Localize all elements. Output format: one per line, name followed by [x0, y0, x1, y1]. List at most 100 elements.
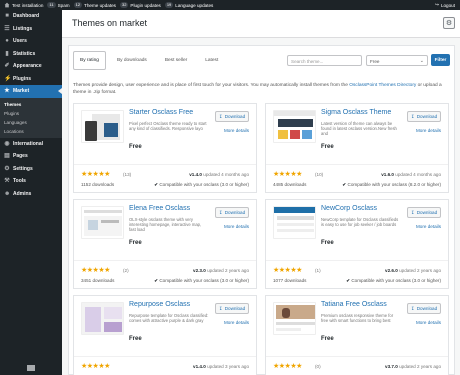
theme-name[interactable]: Starter Osclass Free	[129, 109, 193, 116]
more-details-link[interactable]: More details	[224, 224, 249, 229]
compat-prefix: Compatible with your osclass	[159, 182, 219, 187]
version: v1.4.0	[189, 172, 202, 177]
download-button[interactable]: ↧ Download	[407, 207, 441, 218]
theme-thumbnail[interactable]	[273, 302, 316, 335]
submenu-item-themes[interactable]: Themes	[0, 100, 62, 109]
sidebar-label: Plugins	[13, 75, 32, 82]
star-rating: ★★★★★	[273, 267, 302, 274]
more-details-link[interactable]: More details	[416, 224, 441, 229]
themes-directory-link[interactable]: OsclassPoint Themes Directory	[349, 83, 416, 88]
sort-tabs: By rating By downloads Best seller Lates…	[73, 51, 225, 70]
search-input[interactable]: Search theme...	[287, 55, 362, 66]
logout-icon: ↪	[435, 2, 439, 7]
download-icon: ↧	[218, 305, 223, 311]
more-details-link[interactable]: More details	[416, 320, 441, 325]
theme-name[interactable]: Sigma Osclass Theme	[321, 109, 391, 116]
more-details-link[interactable]: More details	[224, 320, 249, 325]
site-home-link[interactable]: Test installation	[4, 2, 43, 8]
language-updates-link[interactable]: 19 Language updates	[164, 2, 213, 8]
more-details-link[interactable]: More details	[416, 128, 441, 133]
sidebar-item-settings[interactable]: ⚙ Settings	[0, 163, 62, 176]
tab-by-downloads[interactable]: By downloads	[110, 51, 154, 70]
plugin-updates-label: Plugin updates	[130, 2, 161, 8]
download-button[interactable]: ↧ Download	[407, 303, 441, 314]
spam-link[interactable]: 11 Spam	[47, 2, 70, 8]
updated: updated 4 months ago	[203, 172, 249, 177]
download-label: Download	[224, 210, 246, 215]
divider	[74, 260, 256, 261]
page-title: Themes on market	[72, 18, 148, 28]
sidebar-item-appearance[interactable]: ✐ Appearance	[0, 60, 62, 73]
version: v2.3.0	[193, 268, 206, 273]
theme-description: Latest version of theme can always be fo…	[321, 121, 397, 137]
submenu-item-plugins[interactable]: Plugins	[0, 109, 62, 118]
filter-button[interactable]: Filter	[431, 54, 450, 66]
sidebar-item-tools[interactable]: ⚒ Tools	[0, 175, 62, 188]
theme-thumbnail[interactable]	[273, 206, 316, 239]
download-button[interactable]: ↧ Download	[407, 111, 441, 122]
sidebar-item-dashboard[interactable]: ■ Dashboard	[0, 10, 62, 23]
screen-options-button[interactable]: ⚙	[443, 17, 455, 29]
download-button[interactable]: ↧ Download	[215, 303, 249, 314]
sidebar-item-international[interactable]: ◉ International	[0, 138, 62, 151]
theme-name[interactable]: Tatiana Free Osclass	[321, 301, 387, 308]
updated: updated 2 years ago	[399, 268, 441, 273]
download-button[interactable]: ↧ Download	[215, 111, 249, 122]
theme-updates-link[interactable]: 12 Theme updates	[73, 2, 116, 8]
rating-count: (1)	[315, 268, 321, 273]
theme-updates-count: 12	[73, 2, 83, 8]
download-icon: ↧	[410, 209, 415, 215]
download-button[interactable]: ↧ Download	[215, 207, 249, 218]
theme-name[interactable]: Elena Free Osclass	[129, 205, 190, 212]
market-icon: ★	[4, 88, 10, 95]
theme-thumbnail[interactable]	[81, 206, 124, 239]
sidebar-label: Pages	[13, 153, 28, 160]
sidebar-item-pages[interactable]: ▤ Pages	[0, 150, 62, 163]
download-count: 1077 downloads	[273, 278, 307, 283]
tab-best-seller[interactable]: Best seller	[158, 51, 194, 70]
sidebar-item-plugins[interactable]: ⚡ Plugins	[0, 73, 62, 86]
more-details-link[interactable]: More details	[224, 128, 249, 133]
theme-price: Free	[321, 336, 334, 342]
theme-name[interactable]: NewCorp Osclass	[321, 205, 377, 212]
theme-thumbnail[interactable]	[81, 302, 124, 335]
divider	[266, 164, 448, 165]
download-count: 3451 downloads	[81, 278, 115, 283]
collapse-menu-icon[interactable]	[27, 365, 35, 371]
theme-updates-label: Theme updates	[84, 2, 116, 8]
theme-name[interactable]: Repurpose Osclass	[129, 301, 190, 308]
gear-icon: ⚙	[445, 20, 453, 27]
theme-thumbnail[interactable]	[81, 110, 124, 143]
tab-latest[interactable]: Latest	[198, 51, 225, 70]
admins-icon: ☻	[4, 190, 11, 197]
version: v1.6.0	[381, 172, 394, 177]
spam-count: 11	[47, 2, 56, 8]
compat-version: (8.2.0 or higher)	[408, 182, 441, 187]
sidebar-item-listings[interactable]: ☰ Listings	[0, 23, 62, 36]
sidebar-item-admins[interactable]: ☻ Admins	[0, 188, 62, 201]
compatibility: ✔ Compatible with your osclass (3.0 or h…	[154, 182, 249, 188]
theme-description: Pixel perfect Osclass theme ready to sta…	[129, 121, 207, 132]
sidebar-item-market[interactable]: ★ Market	[0, 85, 62, 98]
submenu-item-locations[interactable]: Locations	[0, 127, 62, 136]
tab-by-rating[interactable]: By rating	[73, 51, 106, 70]
star-rating: ★★★★★	[81, 171, 110, 178]
version-info: v1.4.0 updated 3 years ago	[193, 364, 249, 369]
sidebar-item-statistics[interactable]: ▮ Statistics	[0, 48, 62, 61]
sidebar-label: Appearance	[13, 63, 42, 70]
logout-link[interactable]: ↪ Logout	[435, 2, 455, 8]
divider	[74, 164, 256, 165]
rating-count: (10)	[315, 172, 324, 177]
sidebar-item-users[interactable]: ● Users	[0, 35, 62, 48]
admin-sidebar: ■ Dashboard ☰ Listings ● Users ▮ Statistics …	[0, 10, 62, 375]
chevron-down-icon: ⌄	[419, 58, 424, 64]
divider	[266, 260, 448, 261]
price-filter-select[interactable]: Free ⌄	[366, 55, 428, 66]
plugin-updates-link[interactable]: 32 Plugin updates	[119, 2, 161, 8]
theme-thumbnail[interactable]	[273, 110, 316, 143]
settings-icon: ⚙	[4, 165, 10, 172]
check-icon: ✔	[346, 278, 351, 283]
theme-card: NewCorp Osclass NewCorp template for Osc…	[265, 199, 449, 289]
submenu-item-languages[interactable]: Languages	[0, 118, 62, 127]
download-icon: ↧	[218, 113, 223, 119]
